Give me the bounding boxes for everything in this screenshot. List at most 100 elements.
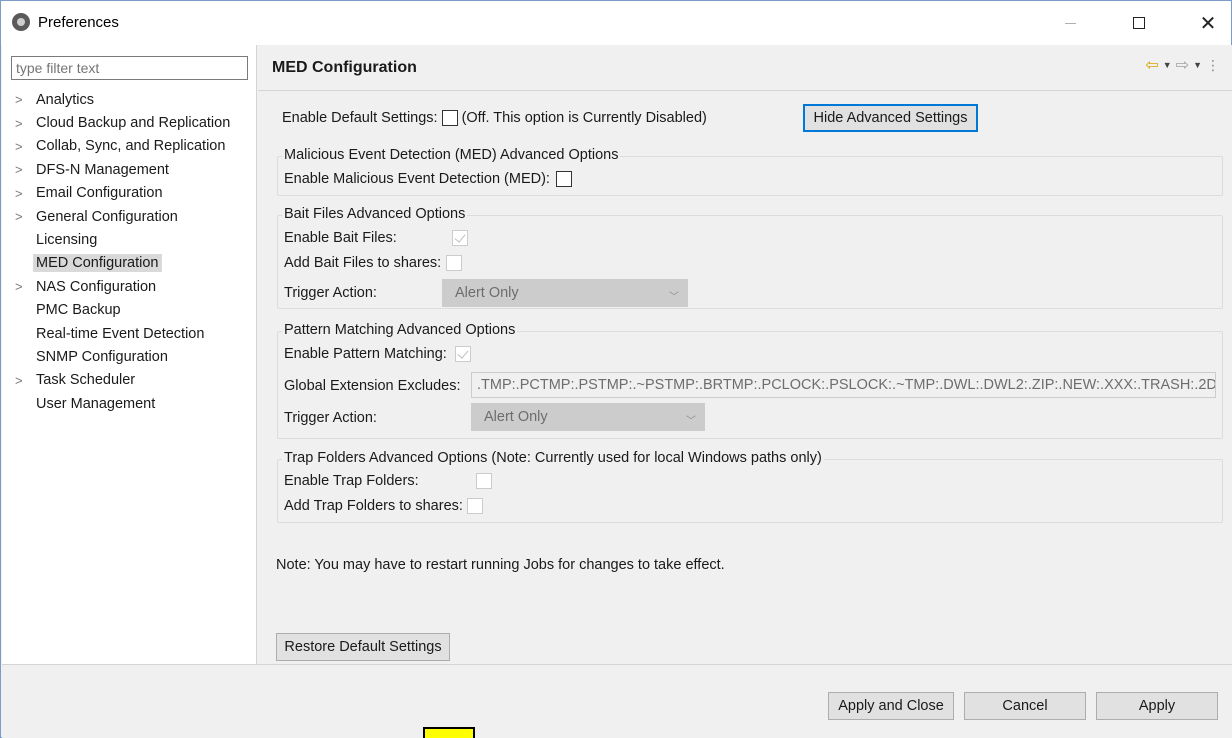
window-title: Preferences	[38, 14, 119, 31]
sidebar-item-label: Analytics	[36, 91, 95, 108]
preference-page: MED Configuration ⇦ ▼ ⇨ ▼ ⋮ Enable Defau…	[258, 45, 1232, 664]
enable-med-row: Enable Malicious Event Detection (MED):	[284, 171, 576, 187]
enable-default-status: (Off. This option is Currently Disabled)	[461, 110, 707, 126]
preferences-sidebar: >Analytics>Cloud Backup and Replication>…	[2, 45, 257, 664]
add-trap-label: Add Trap Folders to shares:	[284, 498, 463, 514]
enable-pattern-label: Enable Pattern Matching:	[284, 346, 447, 362]
global-extension-excludes-field[interactable]: .TMP:.PCTMP:.PSTMP:.~PSTMP:.BRTMP:.PCLOC…	[471, 372, 1216, 398]
chevron-right-icon[interactable]: >	[11, 116, 33, 131]
bait-trigger-select[interactable]: Alert Only ﹀	[442, 279, 688, 307]
chevron-right-icon[interactable]: >	[11, 186, 33, 201]
close-icon: ✕	[1199, 12, 1217, 35]
forward-arrow-icon[interactable]: ⇨	[1176, 55, 1189, 75]
enable-trap-row: Enable Trap Folders:	[284, 473, 496, 489]
sidebar-item-label: MED Configuration	[33, 254, 162, 273]
sidebar-item-user-management[interactable]: User Management	[11, 392, 256, 415]
enable-bait-label: Enable Bait Files:	[284, 230, 397, 246]
enable-bait-row: Enable Bait Files:	[284, 230, 472, 246]
sidebar-item-task-scheduler[interactable]: > Task Scheduler	[11, 369, 256, 392]
add-trap-row: Add Trap Folders to shares:	[284, 498, 487, 514]
excludes-label: Global Extension Excludes:	[284, 378, 461, 394]
sidebar-item-label: PMC Backup	[36, 302, 121, 319]
sidebar-item-label: SNMP Configuration	[36, 348, 168, 365]
maximize-button[interactable]	[1116, 1, 1162, 45]
enable-pattern-checkbox[interactable]	[454, 346, 471, 362]
chevron-down-icon: ﹀	[669, 292, 679, 303]
add-bait-checkbox[interactable]	[446, 255, 463, 271]
enable-trap-checkbox[interactable]	[476, 473, 492, 489]
enable-default-row: Enable Default Settings: (Off. This opti…	[282, 110, 707, 126]
pattern-group-title: Pattern Matching Advanced Options	[282, 322, 518, 338]
sidebar-item-label: Collab, Sync, and Replication	[36, 138, 226, 155]
chevron-right-icon[interactable]: >	[11, 373, 33, 388]
enable-med-checkbox[interactable]	[555, 171, 572, 187]
sidebar-item-licensing[interactable]: Licensing	[11, 228, 256, 251]
filter-input[interactable]	[11, 56, 248, 80]
page-title: MED Configuration	[272, 59, 417, 76]
sidebar-item-snmp-configuration[interactable]: SNMP Configuration	[11, 345, 256, 368]
sidebar-item-label: Email Configuration	[36, 185, 163, 202]
dialog-button-bar: Apply and Close Cancel Apply	[2, 665, 1232, 738]
title-bar: Preferences ✕	[1, 1, 1231, 45]
pattern-trigger-select[interactable]: Alert Only ﹀	[471, 403, 705, 431]
enable-trap-label: Enable Trap Folders:	[284, 473, 419, 489]
pattern-trigger-label: Trigger Action:	[284, 410, 377, 426]
minimize-icon	[1064, 22, 1076, 24]
enable-med-label: Enable Malicious Event Detection (MED):	[284, 171, 550, 187]
add-trap-checkbox[interactable]	[466, 498, 483, 514]
bait-group-title: Bait Files Advanced Options	[282, 206, 468, 222]
sidebar-item-analytics[interactable]: > Analytics	[11, 88, 256, 111]
sidebar-item-nas-configuration[interactable]: > NAS Configuration	[11, 275, 256, 298]
sidebar-item-label: User Management	[36, 395, 156, 412]
enable-default-label: Enable Default Settings:	[282, 110, 438, 126]
back-dropdown-icon[interactable]: ▼	[1163, 60, 1172, 70]
sidebar-item-collab-sync-and-replication[interactable]: > Collab, Sync, and Replication	[11, 135, 256, 158]
sidebar-item-label: Real-time Event Detection	[36, 325, 205, 342]
sidebar-item-label: NAS Configuration	[36, 278, 157, 295]
bait-trigger-label-row: Trigger Action:	[284, 285, 377, 301]
gear-app-icon	[12, 13, 30, 31]
sidebar-item-email-configuration[interactable]: > Email Configuration	[11, 182, 256, 205]
preferences-window: Preferences ✕ >Analytics>Cloud Backup an…	[0, 0, 1232, 738]
page-header: MED Configuration ⇦ ▼ ⇨ ▼ ⋮	[258, 45, 1232, 91]
excludes-label-row: Global Extension Excludes:	[284, 378, 461, 394]
hide-advanced-settings-button[interactable]: Hide Advanced Settings	[803, 104, 978, 132]
view-menu-icon[interactable]: ⋮	[1206, 57, 1220, 74]
sidebar-item-med-configuration[interactable]: MED Configuration	[11, 252, 256, 275]
sidebar-item-cloud-backup-and-replication[interactable]: > Cloud Backup and Replication	[11, 111, 256, 134]
maximize-icon	[1133, 17, 1145, 29]
chevron-right-icon[interactable]: >	[11, 139, 33, 154]
highlight-marker	[423, 727, 475, 738]
add-bait-row: Add Bait Files to shares:	[284, 255, 466, 271]
sidebar-item-real-time-event-detection[interactable]: Real-time Event Detection	[11, 322, 256, 345]
apply-button[interactable]: Apply	[1096, 692, 1218, 720]
pattern-trigger-value: Alert Only	[484, 409, 548, 425]
enable-default-checkbox[interactable]	[441, 110, 458, 126]
restart-note: Note: You may have to restart running Jo…	[276, 557, 725, 573]
close-button[interactable]: ✕	[1185, 1, 1231, 45]
restore-defaults-button[interactable]: Restore Default Settings	[276, 633, 450, 661]
enable-pattern-row: Enable Pattern Matching:	[284, 346, 475, 362]
sidebar-item-label: DFS-N Management	[36, 161, 169, 178]
restart-note-row: Note: You may have to restart running Jo…	[276, 557, 725, 573]
sidebar-item-general-configuration[interactable]: > General Configuration	[11, 205, 256, 228]
chevron-right-icon[interactable]: >	[11, 92, 33, 107]
bait-trigger-value: Alert Only	[455, 285, 519, 301]
chevron-right-icon[interactable]: >	[11, 279, 33, 294]
chevron-right-icon[interactable]: >	[11, 162, 33, 177]
apply-and-close-button[interactable]: Apply and Close	[828, 692, 954, 720]
preferences-tree: > Analytics > Cloud Backup and Replication >…	[11, 88, 256, 415]
forward-dropdown-icon[interactable]: ▼	[1193, 60, 1202, 70]
pattern-trigger-label-row: Trigger Action:	[284, 410, 377, 426]
sidebar-item-label: General Configuration	[36, 208, 178, 225]
history-navigation: ⇦ ▼ ⇨ ▼ ⋮	[1145, 55, 1220, 75]
minimize-button[interactable]	[1047, 1, 1093, 45]
sidebar-item-dfs-n-management[interactable]: > DFS-N Management	[11, 158, 256, 181]
med-group-title: Malicious Event Detection (MED) Advanced…	[282, 147, 621, 163]
cancel-button[interactable]: Cancel	[964, 692, 1086, 720]
enable-bait-checkbox[interactable]	[452, 230, 468, 246]
chevron-right-icon[interactable]: >	[11, 209, 33, 224]
back-arrow-icon[interactable]: ⇦	[1145, 55, 1158, 75]
sidebar-item-pmc-backup[interactable]: PMC Backup	[11, 299, 256, 322]
bait-trigger-label: Trigger Action:	[284, 285, 377, 301]
